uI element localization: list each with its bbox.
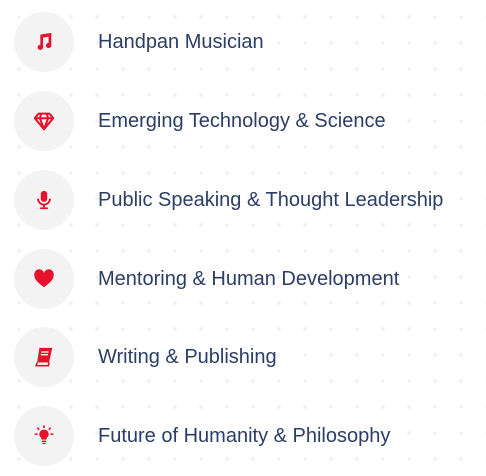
heart-icon bbox=[34, 269, 54, 288]
diamond-icon bbox=[33, 112, 55, 131]
list-item-public-speaking: Public Speaking & Thought Leadership bbox=[14, 170, 484, 230]
icon-badge bbox=[14, 327, 74, 387]
list-item-emerging-tech: Emerging Technology & Science bbox=[14, 91, 484, 151]
list-item-handpan: Handpan Musician bbox=[14, 12, 484, 72]
music-note-icon bbox=[37, 32, 52, 50]
microphone-icon bbox=[37, 190, 51, 210]
list-item-future-humanity: Future of Humanity & Philosophy bbox=[14, 406, 484, 466]
icon-badge bbox=[14, 170, 74, 230]
icon-badge bbox=[14, 406, 74, 466]
list-item-writing: Writing & Publishing bbox=[14, 327, 484, 387]
list-item-mentoring: Mentoring & Human Development bbox=[14, 249, 484, 309]
list-item-label: Handpan Musician bbox=[98, 30, 264, 53]
list-item-label: Mentoring & Human Development bbox=[98, 267, 400, 290]
list-item-label: Future of Humanity & Philosophy bbox=[98, 424, 391, 447]
list-item-label: Public Speaking & Thought Leadership bbox=[98, 188, 444, 211]
icon-badge bbox=[14, 249, 74, 309]
list-item-label: Writing & Publishing bbox=[98, 345, 277, 368]
icon-badge bbox=[14, 12, 74, 72]
book-icon bbox=[35, 347, 53, 367]
lightbulb-icon bbox=[34, 425, 54, 445]
list-item-label: Emerging Technology & Science bbox=[98, 109, 386, 132]
icon-badge bbox=[14, 91, 74, 151]
